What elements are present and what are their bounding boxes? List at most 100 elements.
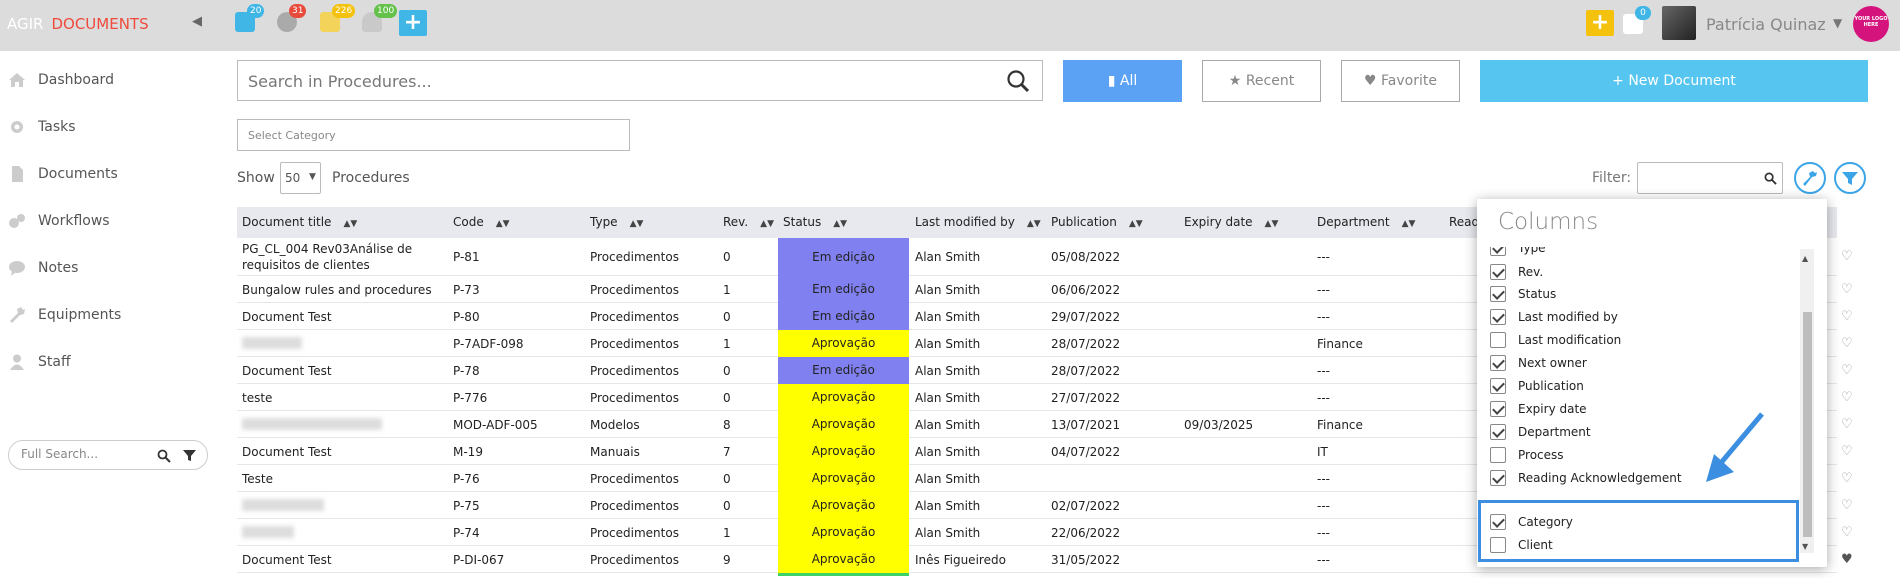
avatar[interactable] <box>1662 6 1696 40</box>
column-header-type[interactable]: Type ▲▼ <box>590 215 643 229</box>
column-checkbox[interactable] <box>1490 401 1506 417</box>
favorite-heart-icon[interactable]: ♡ <box>1841 282 1853 297</box>
favorite-heart-icon[interactable]: ♡ <box>1841 249 1853 264</box>
document-title-cell[interactable]: Document Test <box>242 364 442 378</box>
search-icon[interactable] <box>157 449 171 463</box>
scroll-down-icon[interactable]: ▼ <box>1802 542 1808 551</box>
scroll-up-icon[interactable]: ▲ <box>1802 254 1808 263</box>
sidebar-item-staff[interactable]: Staff <box>0 347 220 377</box>
revision-cell: 0 <box>723 250 731 264</box>
search-icon[interactable] <box>1764 172 1777 185</box>
modified-by-cell: Alan Smith <box>915 250 981 264</box>
column-settings-button[interactable] <box>1794 162 1826 194</box>
brand[interactable]: AGIR DOCUMENTS <box>7 15 149 33</box>
column-header-department[interactable]: Department ▲▼ <box>1317 215 1415 229</box>
sidebar-item-dashboard[interactable]: Dashboard <box>0 65 220 95</box>
document-title-cell[interactable]: PG_CL_004 Rev03Análise de requisitos de … <box>242 241 442 273</box>
favorite-heart-icon[interactable]: ♡ <box>1841 363 1853 378</box>
column-option-type[interactable]: Type <box>1490 247 1790 260</box>
recent-button-label: Recent <box>1245 73 1295 89</box>
settings-icon[interactable]: 31 <box>277 4 307 32</box>
full-search-input[interactable] <box>21 447 141 461</box>
column-checkbox[interactable] <box>1490 309 1506 325</box>
column-checkbox[interactable] <box>1490 332 1506 348</box>
document-title-cell[interactable]: Document Test <box>242 445 442 459</box>
column-header-rev[interactable]: Rev. ▲▼ <box>723 215 774 229</box>
type-cell: Procedimentos <box>590 526 679 540</box>
column-checkbox[interactable] <box>1490 447 1506 463</box>
column-option-label: Publication <box>1518 379 1584 393</box>
new-document-button[interactable]: + New Document <box>1480 60 1868 102</box>
favorite-heart-icon[interactable]: ♡ <box>1841 390 1853 405</box>
search-icon[interactable] <box>1006 69 1030 93</box>
column-checkbox[interactable] <box>1490 355 1506 371</box>
bell-icon[interactable]: 100 <box>362 4 398 32</box>
column-option-status[interactable]: Status <box>1490 284 1790 306</box>
favorite-heart-icon[interactable]: ♡ <box>1841 417 1853 432</box>
column-header-expiry[interactable]: Expiry date ▲▼ <box>1184 215 1278 229</box>
chevron-down-icon[interactable]: ▼ <box>1833 16 1842 30</box>
favorite-heart-icon[interactable]: ♡ <box>1841 444 1853 459</box>
favorite-heart-icon[interactable]: ♡ <box>1841 309 1853 324</box>
column-checkbox[interactable] <box>1490 470 1506 486</box>
favorite-heart-icon[interactable]: ♡ <box>1841 471 1853 486</box>
column-checkbox[interactable] <box>1490 286 1506 302</box>
document-title-cell[interactable] <box>242 337 442 352</box>
column-checkbox[interactable] <box>1490 264 1506 280</box>
recent-button[interactable]: ★ Recent <box>1202 60 1321 102</box>
calendar-icon[interactable]: 20 <box>235 4 265 32</box>
column-option-label: Department <box>1518 425 1591 439</box>
advanced-filter-button[interactable] <box>1834 162 1866 194</box>
sidebar-item-workflows[interactable]: Workflows <box>0 206 220 236</box>
document-title-cell[interactable]: Document Test <box>242 553 442 567</box>
column-option-label: Reading Acknowledgement <box>1518 471 1682 485</box>
filter-icon[interactable] <box>183 449 196 462</box>
collapse-sidebar-icon[interactable]: ◀ <box>192 14 202 29</box>
sidebar-item-documents[interactable]: Documents <box>0 159 220 189</box>
column-header-title[interactable]: Document title ▲▼ <box>242 215 357 229</box>
document-title-cell[interactable] <box>242 418 442 433</box>
select-category[interactable]: Select Category <box>237 119 630 151</box>
document-title-cell[interactable]: Bungalow rules and procedures <box>242 283 442 297</box>
sidebar-item-tasks[interactable]: Tasks <box>0 112 220 142</box>
column-option-rev[interactable]: Rev. <box>1490 262 1790 284</box>
document-title-cell[interactable] <box>242 526 442 541</box>
favorite-button[interactable]: ♥ Favorite <box>1341 60 1460 102</box>
column-option-last-modification[interactable]: Last modification <box>1490 330 1790 352</box>
page-size-select[interactable]: 50 ▼ <box>280 162 321 194</box>
favorite-heart-icon[interactable]: ♡ <box>1841 336 1853 351</box>
all-button[interactable]: ▮ All <box>1063 60 1182 102</box>
column-checkbox[interactable] <box>1490 378 1506 394</box>
inbox-icon[interactable]: 0 <box>1623 6 1651 34</box>
search-input[interactable] <box>248 72 948 91</box>
filter-input[interactable] <box>1637 162 1783 194</box>
quick-add-button[interactable]: + <box>1586 10 1614 36</box>
column-header-modified-by[interactable]: Last modified by ▲▼ <box>915 215 1041 229</box>
document-title-cell[interactable]: Document Test <box>242 310 442 324</box>
favorite-heart-icon[interactable]: ♡ <box>1841 525 1853 540</box>
column-checkbox[interactable] <box>1490 247 1506 256</box>
column-option-last-modified-by[interactable]: Last modified by <box>1490 307 1790 329</box>
column-option-next-owner[interactable]: Next owner <box>1490 353 1790 375</box>
column-option-label: Process <box>1518 448 1564 462</box>
wrench-icon <box>1803 171 1817 186</box>
tasks-icon[interactable]: 226 <box>320 4 356 32</box>
popup-scrollbar-thumb[interactable] <box>1803 312 1812 537</box>
sidebar-item-equipments[interactable]: Equipments <box>0 300 220 330</box>
add-icon[interactable]: + <box>399 10 427 36</box>
column-checkbox[interactable] <box>1490 424 1506 440</box>
column-header-code[interactable]: Code ▲▼ <box>453 215 510 229</box>
modified-by-cell: Alan Smith <box>915 418 981 432</box>
document-title-cell[interactable]: teste <box>242 391 442 405</box>
sidebar-item-notes[interactable]: Notes <box>0 253 220 283</box>
document-title-cell[interactable] <box>242 499 442 514</box>
favorite-heart-icon[interactable]: ♥ <box>1841 552 1853 567</box>
status-badge: Aprovação <box>778 384 909 411</box>
status-badge: Aprovação <box>778 546 909 573</box>
user-name[interactable]: Patrícia Quinaz <box>1706 15 1826 34</box>
column-header-status[interactable]: Status ▲▼ <box>783 215 847 229</box>
document-title-cell[interactable]: Teste <box>242 472 442 486</box>
favorite-heart-icon[interactable]: ♡ <box>1841 498 1853 513</box>
column-option-publication[interactable]: Publication <box>1490 376 1790 398</box>
column-header-publication[interactable]: Publication ▲▼ <box>1051 215 1143 229</box>
